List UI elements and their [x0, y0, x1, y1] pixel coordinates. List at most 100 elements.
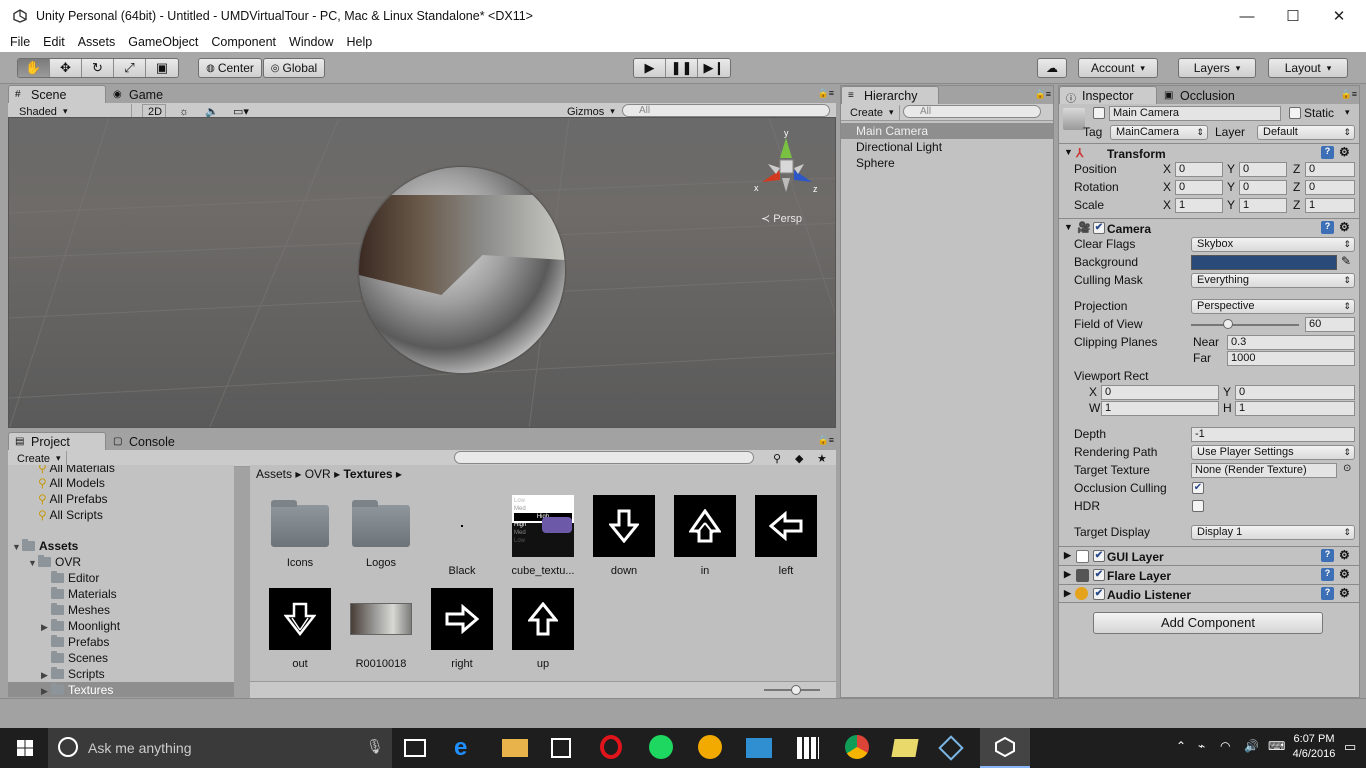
hierarchy-item-directional-light[interactable]: Directional Light [856, 139, 942, 155]
notifications-icon[interactable]: ▭ [1344, 739, 1356, 755]
object-picker-icon[interactable]: ⊙ [1343, 463, 1351, 474]
tab-project[interactable]: ▤ Project [8, 432, 106, 450]
fov-slider-thumb[interactable] [1223, 319, 1233, 329]
tab-inspector[interactable]: ⓘ Inspector [1059, 86, 1157, 105]
tree-editor[interactable]: Editor [51, 570, 99, 586]
tree-ovr[interactable]: OVR [38, 554, 81, 570]
project-menu-icon[interactable]: 🔒≡ [818, 435, 834, 446]
maximize-button[interactable]: ☐ [1270, 0, 1316, 32]
rotation-x-field[interactable]: 0 [1175, 180, 1223, 195]
active-checkbox[interactable] [1093, 107, 1105, 119]
tree-all-prefabs[interactable]: ⚲ All Prefabs [38, 491, 108, 507]
layers-dropdown[interactable]: Layers [1178, 58, 1256, 78]
help-icon[interactable]: ? [1321, 587, 1334, 600]
rect-tool-icon[interactable]: ▣ [146, 59, 178, 77]
add-component-button[interactable]: Add Component [1093, 612, 1323, 634]
tab-scene[interactable]: # Scene [8, 85, 106, 103]
breadcrumb-textures[interactable]: Textures [343, 467, 392, 481]
asset-item[interactable]: R0010018 [341, 588, 421, 670]
project-create-dropdown[interactable]: Create [12, 451, 67, 466]
hierarchy-create-dropdown[interactable]: Create [845, 105, 900, 120]
tree-materials[interactable]: Materials [51, 586, 117, 602]
position-z-field[interactable]: 0 [1305, 162, 1355, 177]
tree-meshes[interactable]: Meshes [51, 602, 110, 618]
asset-item[interactable]: down [584, 495, 664, 577]
far-field[interactable]: 1000 [1227, 351, 1355, 366]
menu-help[interactable]: Help [346, 35, 372, 49]
audio-listener-checkbox[interactable]: ✔ [1093, 588, 1105, 600]
target-display-dropdown[interactable]: Display 1 [1191, 525, 1355, 540]
sticky-notes-icon[interactable] [891, 739, 919, 757]
transform-header[interactable]: ▼ ⅄ Transform ? ⚙ [1059, 143, 1359, 162]
collapse-arrow-icon[interactable]: ▶ [41, 686, 48, 697]
scale-z-field[interactable]: 1 [1305, 198, 1355, 213]
panel-menu-icon[interactable]: 🔒≡ [818, 88, 834, 99]
settings-gear-icon[interactable]: ⚙ [1339, 220, 1350, 234]
volume-icon[interactable]: 🔊 [1244, 739, 1259, 753]
object-name-field[interactable]: Main Camera [1109, 106, 1281, 121]
scale-x-field[interactable]: 1 [1175, 198, 1223, 213]
fov-field[interactable]: 60 [1305, 317, 1355, 332]
breadcrumb-ovr[interactable]: OVR [305, 467, 331, 481]
lenovo-app-icon[interactable] [746, 738, 772, 758]
collapse-arrow-icon[interactable]: ▶ [41, 622, 48, 633]
asset-item[interactable]: Icons [260, 495, 340, 569]
fold-arrow-icon[interactable]: ▼ [1064, 147, 1073, 157]
minimize-button[interactable]: — [1224, 0, 1270, 32]
hand-tool-icon[interactable]: ✋ [18, 59, 50, 77]
hierarchy-search-input[interactable]: All [903, 105, 1041, 118]
layer-dropdown[interactable]: Default [1257, 125, 1355, 140]
eyedropper-icon[interactable]: ✎ [1341, 254, 1351, 268]
step-icon[interactable]: ▶❙ [698, 59, 730, 77]
help-icon[interactable]: ? [1321, 146, 1334, 159]
favorite-icon[interactable]: ★ [812, 451, 832, 466]
flare-layer-checkbox[interactable]: ✔ [1093, 569, 1105, 581]
tray-chevron-icon[interactable]: ⌃ [1176, 739, 1186, 753]
tree-textures[interactable]: Textures [51, 682, 113, 697]
fold-arrow-icon[interactable]: ▶ [1064, 550, 1071, 561]
asset-item[interactable]: in [665, 495, 745, 577]
fold-arrow-icon[interactable]: ▼ [1064, 222, 1073, 232]
menu-component[interactable]: Component [211, 35, 276, 49]
position-y-field[interactable]: 0 [1239, 162, 1287, 177]
viewport-x-field[interactable]: 0 [1101, 385, 1219, 400]
tree-scenes[interactable]: Scenes [51, 650, 108, 666]
help-icon[interactable]: ? [1321, 221, 1334, 234]
apps-grid-icon[interactable] [797, 737, 819, 759]
viewport-y-field[interactable]: 0 [1235, 385, 1355, 400]
asset-item[interactable]: right [422, 588, 502, 670]
scale-y-field[interactable]: 1 [1239, 198, 1287, 213]
task-view-icon[interactable] [404, 739, 426, 757]
fold-arrow-icon[interactable]: ▶ [1064, 588, 1071, 599]
asset-item[interactable]: out [260, 588, 340, 670]
cloud-icon[interactable]: ☁ [1037, 58, 1067, 78]
camera-header[interactable]: ▼ 🎥 ✔ Camera ? ⚙ [1059, 218, 1359, 237]
background-color-swatch[interactable] [1191, 255, 1337, 270]
asset-item[interactable]: Logos [341, 495, 421, 569]
position-x-field[interactable]: 0 [1175, 162, 1223, 177]
static-checkbox[interactable] [1289, 107, 1301, 119]
move-tool-icon[interactable]: ✥ [50, 59, 82, 77]
store-icon[interactable] [551, 738, 571, 758]
asset-item[interactable]: up [503, 588, 583, 670]
projection-dropdown[interactable]: Perspective [1191, 299, 1355, 314]
viewport-h-field[interactable]: 1 [1235, 401, 1355, 416]
pivot-toggle-button[interactable]: ◍ Center [198, 58, 262, 78]
tab-occlusion[interactable]: ▣ Occlusion [1157, 86, 1257, 104]
hdr-checkbox[interactable] [1192, 500, 1204, 512]
pause-icon[interactable]: ❚❚ [666, 59, 698, 77]
tab-hierarchy[interactable]: ≡ Hierarchy [841, 86, 939, 104]
slider-thumb[interactable] [791, 685, 801, 695]
audio-listener-header[interactable]: ▶ ✔ Audio Listener ? ⚙ [1059, 584, 1359, 603]
static-dropdown-icon[interactable]: ▾ [1345, 107, 1350, 118]
hierarchy-menu-icon[interactable]: 🔒≡ [1035, 89, 1051, 100]
scale-tool-icon[interactable]: ⤢ [114, 59, 146, 77]
menu-file[interactable]: File [10, 35, 30, 49]
tree-moonlight[interactable]: Moonlight [51, 618, 120, 634]
orientation-gizmo[interactable]: y x z [754, 128, 819, 205]
gui-layer-checkbox[interactable]: ✔ [1093, 550, 1105, 562]
tab-game[interactable]: ◉ Game [106, 85, 186, 103]
settings-gear-icon[interactable]: ⚙ [1339, 548, 1350, 562]
rendering-path-dropdown[interactable]: Use Player Settings [1191, 445, 1355, 460]
close-button[interactable]: ✕ [1316, 0, 1362, 32]
